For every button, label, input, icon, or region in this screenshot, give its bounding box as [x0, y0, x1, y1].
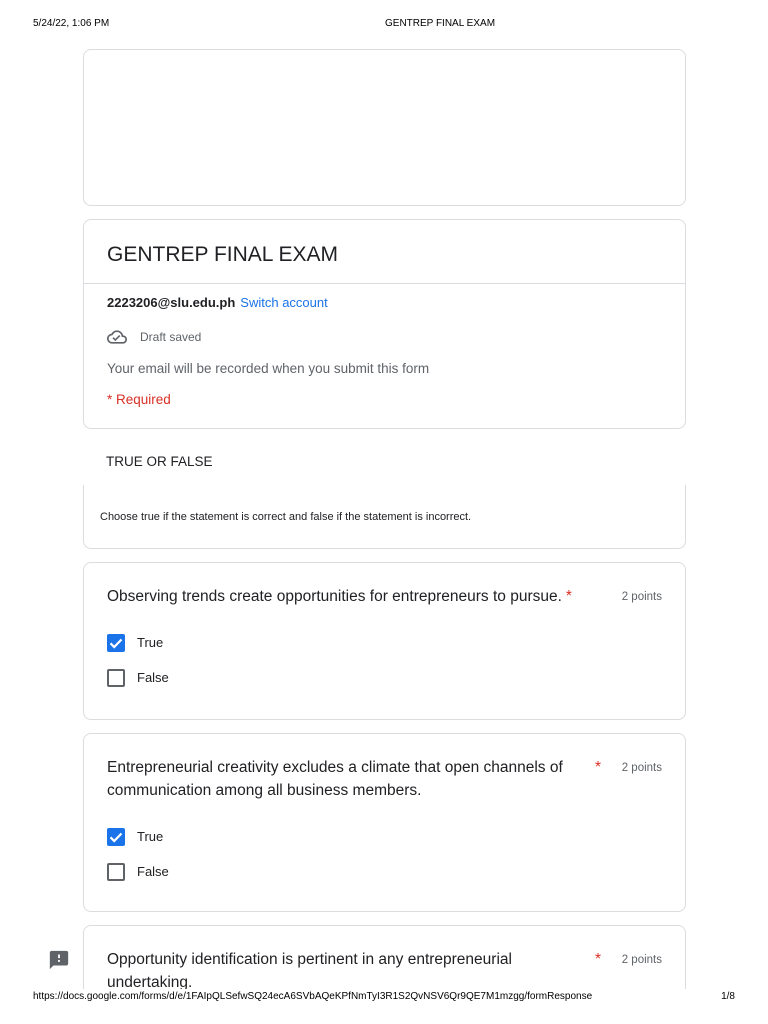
draft-status: Draft saved	[107, 327, 201, 347]
form-title-card: GENTREP FINAL EXAM 2223206@slu.edu.ph Swi…	[83, 219, 686, 429]
checkbox-options: True False	[107, 625, 662, 695]
option-false[interactable]: False	[107, 660, 662, 695]
option-label: False	[137, 669, 169, 685]
option-label: False	[137, 863, 169, 879]
account-email: 2223206@slu.edu.ph	[107, 295, 236, 310]
question-points: 2 points	[621, 954, 662, 966]
option-true[interactable]: True	[107, 819, 662, 854]
email-notice: Your email will be recorded when you sub…	[107, 361, 430, 376]
option-label: True	[137, 828, 164, 844]
question-title: Observing trends create opportunities fo…	[107, 588, 562, 605]
checkbox[interactable]	[107, 862, 125, 881]
question-points: 2 points	[621, 591, 662, 603]
required-note: * Required	[107, 392, 171, 407]
question-header: Opportunity identification is pertinent …	[107, 948, 662, 989]
header-banner-card	[83, 49, 686, 206]
required-asterisk: *	[565, 588, 572, 605]
checkbox-options: True False	[107, 819, 662, 889]
print-footer-url: https://docs.google.com/forms/d/e/1FAIpQ…	[33, 991, 593, 1002]
form-title: GENTREP FINAL EXAM	[107, 243, 339, 266]
option-false[interactable]: False	[107, 854, 662, 889]
print-datetime: 5/24/22, 1:06 PM	[33, 18, 110, 29]
checkbox[interactable]	[107, 633, 125, 652]
cloud-check-icon	[107, 330, 127, 344]
question-points: 2 points	[621, 762, 662, 774]
question-header: Observing trends create opportunities fo…	[107, 585, 662, 608]
question-title: Opportunity identification is pertinent …	[107, 951, 512, 989]
question-title: Entrepreneurial creativity excludes a cl…	[107, 759, 563, 799]
checkbox[interactable]	[107, 668, 125, 687]
question-header: Entrepreneurial creativity excludes a cl…	[107, 756, 662, 802]
page-content: 5/24/22, 1:06 PM GENTREP FINAL EXAM GENT…	[0, 0, 768, 989]
account-row: 2223206@slu.edu.ph Switch account	[107, 294, 328, 312]
feedback-button[interactable]	[48, 949, 70, 971]
section-description: Choose true if the statement is correct …	[100, 511, 472, 523]
feedback-icon	[49, 950, 69, 970]
title-divider	[84, 283, 685, 284]
section-title: TRUE OR FALSE	[106, 454, 213, 469]
checkbox[interactable]	[107, 827, 125, 846]
switch-account-link[interactable]: Switch account	[240, 295, 327, 310]
required-asterisk: *	[595, 759, 602, 776]
option-label: True	[137, 634, 164, 650]
checkmark-icon	[109, 832, 123, 843]
print-page-number: 1/8	[721, 991, 735, 1002]
draft-status-text: Draft saved	[140, 330, 202, 344]
print-title: GENTREP FINAL EXAM	[385, 18, 496, 29]
option-true[interactable]: True	[107, 625, 662, 660]
question-card: Observing trends create opportunities fo…	[83, 562, 686, 720]
section-description-card: Choose true if the statement is correct …	[83, 485, 686, 549]
question-card: Entrepreneurial creativity excludes a cl…	[83, 733, 686, 912]
question-card: Opportunity identification is pertinent …	[83, 925, 686, 989]
required-asterisk: *	[595, 951, 602, 968]
checkmark-icon	[109, 638, 123, 649]
